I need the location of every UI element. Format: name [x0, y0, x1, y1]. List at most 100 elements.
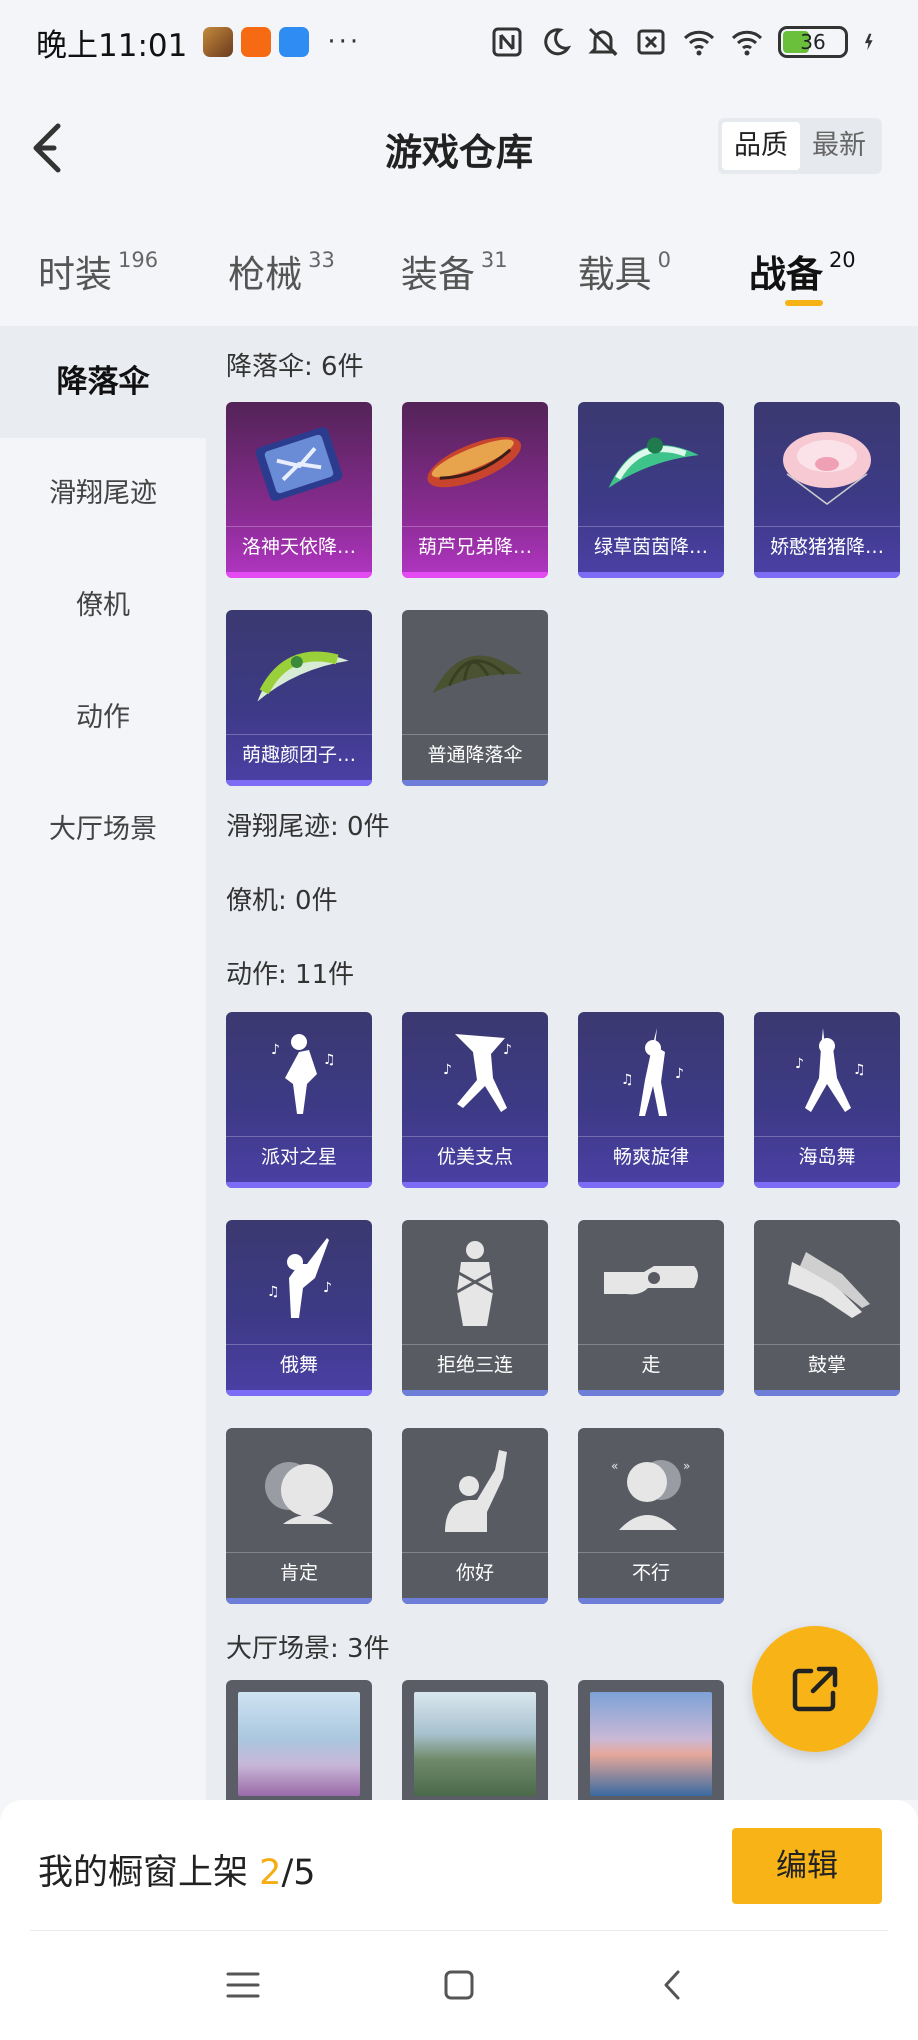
wifi-link-icon	[683, 30, 715, 56]
sidebar-item-actions[interactable]: 动作	[0, 662, 206, 774]
page-header: 游戏仓库 品质 最新	[0, 84, 918, 210]
showcase-count: 2	[259, 1853, 282, 1893]
sort-newest-button[interactable]: 最新	[800, 122, 878, 170]
waving-hand-icon	[402, 1428, 548, 1552]
system-nav-bar	[0, 1932, 918, 2040]
parachute-card[interactable]: 洛神天依降…	[226, 402, 372, 578]
sort-toggle: 品质 最新	[718, 118, 882, 174]
action-card[interactable]: 拒绝三连	[402, 1220, 548, 1396]
status-time: 晚上11:01	[36, 27, 188, 64]
parachute-image	[402, 402, 548, 526]
dancer-icon: ♪ ♫	[226, 1012, 372, 1136]
showcase-total: /5	[281, 1853, 316, 1893]
action-card[interactable]: 肯定	[226, 1428, 372, 1604]
sidebar-item-lobby-scene[interactable]: 大厅场景	[0, 774, 206, 886]
category-tabs: 时装 196 枪械 33 装备 31 载具 0 战备 20	[0, 218, 918, 322]
parachute-card[interactable]: 萌趣颜团子…	[226, 610, 372, 786]
home-icon[interactable]	[434, 1960, 484, 2010]
action-card[interactable]: ♪ ♫ 海岛舞	[754, 1012, 900, 1188]
dancer-icon: ♪ ♪	[402, 1012, 548, 1136]
mute-icon	[588, 27, 618, 57]
scene-card[interactable]	[402, 1680, 548, 1800]
nfc-icon	[492, 27, 522, 57]
more-notifications-icon: ···	[327, 27, 362, 57]
charging-icon	[864, 33, 873, 51]
section-title-actions: 动作: 11件	[226, 960, 355, 990]
action-card[interactable]: ♫ ♪ 畅爽旋律	[578, 1012, 724, 1188]
action-card[interactable]: 你好	[402, 1428, 548, 1604]
share-icon	[792, 1666, 838, 1712]
menu-icon[interactable]	[218, 1960, 268, 2010]
wallet-app-icon	[279, 27, 310, 57]
parachute-image	[754, 402, 900, 526]
subcategory-sidebar: 降落伞 滑翔尾迹 僚机 动作 大厅场景	[0, 326, 206, 1800]
share-button[interactable]	[752, 1626, 878, 1752]
mi-app-icon	[241, 27, 272, 57]
action-card[interactable]: ♪ ♪ 优美支点	[402, 1012, 548, 1188]
sidebar-item-wingman[interactable]: 僚机	[0, 550, 206, 662]
parachute-card[interactable]: 绿草茵茵降…	[578, 402, 724, 578]
svg-text:♪: ♪	[675, 1066, 684, 1082]
dancer-icon: ♫ ♪	[226, 1220, 372, 1344]
parachute-card[interactable]: 娇憨猪猪降…	[754, 402, 900, 578]
tab-vehicles[interactable]: 载具 0	[578, 218, 671, 322]
edit-button[interactable]: 编辑	[732, 1828, 882, 1904]
dancer-icon: ♫ ♪	[578, 1012, 724, 1136]
action-card[interactable]: «» 不行	[578, 1428, 724, 1604]
section-title-lobby-scene: 大厅场景: 3件	[226, 1634, 390, 1664]
active-tab-indicator	[784, 300, 823, 306]
section-title-parachute: 降落伞: 6件	[226, 352, 364, 382]
svg-text:♪: ♪	[271, 1042, 280, 1058]
section-title-glide-trail: 滑翔尾迹: 0件	[226, 812, 390, 842]
parachute-image	[226, 402, 372, 526]
scene-card[interactable]	[578, 1680, 724, 1800]
no-sim-icon	[637, 29, 665, 55]
svg-text:«: «	[611, 1459, 618, 1473]
sidebar-item-parachute[interactable]: 降落伞	[0, 326, 206, 438]
parachute-image	[402, 610, 548, 734]
back-icon[interactable]	[648, 1960, 698, 2010]
parachute-image	[226, 610, 372, 734]
dancer-icon: ♪ ♫	[754, 1012, 900, 1136]
scene-image	[414, 1692, 536, 1796]
action-card[interactable]: 走	[578, 1220, 724, 1396]
scene-card[interactable]	[226, 1680, 372, 1800]
item-grid-panel: 降落伞: 6件 洛神天依降… 葫芦兄弟降… 绿草茵茵降… 娇憨猪猪降… 萌趣颜团	[206, 326, 918, 1800]
clapping-hands-icon	[754, 1220, 900, 1344]
game-app-icon	[203, 27, 234, 57]
svg-text:♫: ♫	[621, 1072, 634, 1088]
nodding-head-icon	[226, 1428, 372, 1552]
arms-crossed-icon	[402, 1220, 548, 1344]
status-bar: 晚上11:01 ··· 36	[0, 0, 918, 84]
showcase-label: 我的橱窗上架 2/5	[38, 1853, 316, 1893]
scene-image	[238, 1692, 360, 1796]
pointing-hand-icon	[578, 1220, 724, 1344]
battery-indicator: 36	[778, 26, 848, 58]
section-title-wingman: 僚机: 0件	[226, 886, 338, 916]
svg-text:♫: ♫	[267, 1284, 280, 1300]
action-card[interactable]: ♪ ♫ 派对之星	[226, 1012, 372, 1188]
sort-quality-button[interactable]: 品质	[722, 122, 800, 170]
divider	[30, 1930, 888, 1931]
tab-guns[interactable]: 枪械 33	[228, 218, 335, 322]
sidebar-item-glide-trail[interactable]: 滑翔尾迹	[0, 438, 206, 550]
tab-equipment[interactable]: 装备 31	[401, 218, 508, 322]
showcase-shelf-bar: 我的橱窗上架 2/5 编辑	[0, 1800, 918, 1932]
svg-text:♪: ♪	[795, 1056, 804, 1072]
shaking-head-icon: «»	[578, 1428, 724, 1552]
moon-icon	[544, 28, 572, 56]
parachute-image	[578, 402, 724, 526]
action-card[interactable]: 鼓掌	[754, 1220, 900, 1396]
scene-image	[590, 1692, 712, 1796]
svg-text:♪: ♪	[503, 1042, 512, 1058]
svg-text:♪: ♪	[443, 1062, 452, 1078]
tab-combat-gear[interactable]: 战备 20	[749, 218, 856, 322]
svg-text:♫: ♫	[853, 1062, 866, 1078]
svg-text:♫: ♫	[323, 1052, 336, 1068]
wifi-icon	[731, 30, 763, 56]
parachute-card[interactable]: 普通降落伞	[402, 610, 548, 786]
action-card[interactable]: ♫ ♪ 俄舞	[226, 1220, 372, 1396]
parachute-card[interactable]: 葫芦兄弟降…	[402, 402, 548, 578]
tab-fashion[interactable]: 时装 196	[38, 218, 158, 322]
svg-text:♪: ♪	[323, 1280, 332, 1296]
